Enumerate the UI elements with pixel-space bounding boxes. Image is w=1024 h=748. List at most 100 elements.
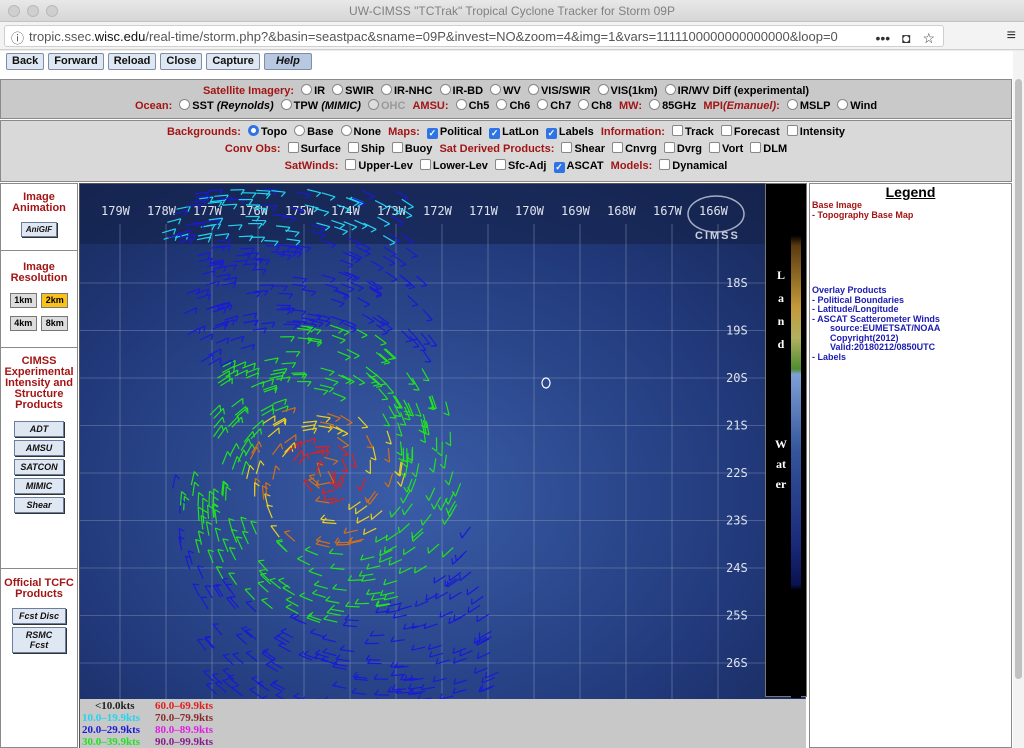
window-title: UW-CIMSS "TCTrak" Tropical Cyclone Track… [349, 4, 675, 18]
anigif-button[interactable]: AniGIF [20, 222, 58, 237]
forward-button[interactable]: Forward [48, 53, 104, 70]
storm-map[interactable]: 179W 178W 177W 176W 175W 174W 173W 172W 171W 170W… [79, 183, 806, 748]
checkbox-vort[interactable] [709, 142, 721, 153]
nav-buttons: Back Forward Reload Close Capture Help [6, 53, 312, 71]
tcfc-heading: Official TCFC Products [4, 577, 74, 600]
radio-ch5[interactable] [455, 99, 467, 110]
legend-labels-item: - Labels [812, 351, 847, 362]
checkbox-cnvrg[interactable] [612, 142, 624, 153]
radio-ch7[interactable] [537, 99, 549, 110]
wind-key-item: 70.0–79.9kts [155, 712, 214, 724]
radio-label: Topo [261, 126, 288, 138]
radio-base[interactable] [294, 125, 306, 136]
radio-none[interactable] [340, 125, 352, 136]
radio-ir[interactable] [301, 84, 313, 95]
radio-mslp[interactable] [786, 99, 798, 110]
checkbox-dvrg[interactable] [663, 142, 675, 153]
checkbox-track[interactable] [672, 125, 684, 136]
radio-vis-1km[interactable] [597, 84, 609, 95]
checkbox-political[interactable]: ✓ [426, 128, 438, 139]
amsu-button[interactable]: AMSU [14, 440, 64, 456]
radio-vis-swir[interactable] [527, 84, 539, 95]
fcst-disc-button[interactable]: Fcst Disc [12, 608, 66, 624]
wind-barb [345, 605, 360, 608]
checkbox-latlon[interactable]: ✓ [489, 128, 501, 139]
back-button[interactable]: Back [6, 53, 45, 70]
checkbox-labels[interactable]: ✓ [545, 128, 557, 139]
checkbox-surface[interactable] [287, 142, 299, 153]
checkbox-upper-lev[interactable] [345, 159, 357, 170]
url-text[interactable]: tropic.ssec.wisc.edu/real-time/storm.php… [29, 29, 838, 44]
mimic-button[interactable]: MIMIC [14, 478, 64, 494]
radio-label-note: (MIMIC) [321, 100, 361, 112]
radio-ir-bd[interactable] [439, 84, 451, 95]
res-8km-button[interactable]: 8km [41, 316, 69, 331]
rsmc-fcst-button[interactable]: RSMC Fcst [12, 627, 66, 653]
more-actions-icon[interactable]: ••• [875, 30, 890, 46]
adt-button[interactable]: ADT [14, 421, 64, 437]
wind-barb [238, 235, 253, 238]
radio-label: IR [314, 85, 326, 97]
checkbox-label: Lower-Lev [432, 160, 488, 172]
radio-label-note: (Reynolds) [216, 100, 274, 112]
radio-ir-nhc[interactable] [380, 84, 392, 95]
checkbox-label: Buoy [404, 143, 433, 155]
radio-ir-wv-diff[interactable] [664, 84, 676, 95]
res-1km-button[interactable]: 1km [9, 293, 37, 308]
checkbox-dynamical[interactable] [659, 159, 671, 170]
close-button[interactable]: Close [160, 53, 203, 70]
wind-barb [249, 258, 264, 260]
ocean-label: Ocean: [134, 100, 173, 112]
capture-button[interactable]: Capture [206, 53, 260, 70]
pocket-icon[interactable]: ◘ [902, 30, 910, 46]
radio-topo[interactable] [248, 125, 260, 136]
hamburger-menu-icon[interactable]: ≡ [1007, 27, 1016, 45]
checkbox-dlm[interactable] [750, 142, 762, 153]
latitude-label: 24S [726, 561, 748, 575]
radio-wv[interactable] [490, 84, 502, 95]
radio-sst[interactable] [179, 99, 191, 110]
radio-wind[interactable] [837, 99, 849, 110]
bookmark-star-icon[interactable]: ☆ [922, 30, 935, 46]
wind-barb-flag [413, 388, 420, 391]
wind-barb-flag [381, 398, 388, 401]
checkbox-label: Political [439, 126, 483, 138]
radio-tpw[interactable] [280, 99, 292, 110]
radio-swir[interactable] [332, 84, 344, 95]
convobs-line: Conv Obs: Surface Ship Buoy Sat Derived … [1, 142, 1011, 155]
checkbox-ascat[interactable]: ✓ [553, 162, 565, 173]
reload-button[interactable]: Reload [107, 53, 157, 70]
info-icon[interactable]: ⓘ [11, 28, 24, 47]
checkbox-label: LatLon [502, 126, 539, 138]
mpi-note: (Emanuel) [722, 100, 777, 112]
checkbox-intensity[interactable] [786, 125, 798, 136]
wind-barb [314, 445, 330, 448]
radio-ch8[interactable] [578, 99, 590, 110]
checkbox-label: Vort [722, 143, 744, 155]
wind-barb-flag [258, 559, 265, 562]
wind-barb [252, 207, 267, 210]
res-2km-button[interactable]: 2km [41, 293, 69, 308]
checkbox-buoy[interactable] [391, 142, 403, 153]
color-ramp [791, 184, 801, 698]
radio-ch6[interactable] [496, 99, 508, 110]
radio-85ghz[interactable] [649, 99, 661, 110]
shear-button[interactable]: Shear [14, 497, 64, 513]
url-bar[interactable]: ⓘ tropic.ssec.wisc.edu/real-time/storm.p… [4, 25, 944, 47]
checkbox-shear[interactable] [561, 142, 573, 153]
checkbox-sfc-adj[interactable] [494, 159, 506, 170]
res-4km-button[interactable]: 4km [9, 316, 37, 331]
latitude-label: 19S [726, 324, 748, 338]
checkbox-ship[interactable] [347, 142, 359, 153]
radio-label: SWIR [345, 85, 374, 97]
checkbox-lower-lev[interactable] [419, 159, 431, 170]
help-button[interactable]: Help [263, 53, 312, 70]
vertical-scrollbar[interactable] [1013, 51, 1024, 748]
wind-key-item: 60.0–69.9kts [155, 700, 214, 712]
satcon-button[interactable]: SATCON [14, 459, 64, 475]
scrollbar-thumb[interactable] [1015, 79, 1022, 679]
checkbox-forecast[interactable] [720, 125, 732, 136]
wind-barb [240, 247, 255, 250]
wind-barb [387, 690, 402, 693]
wind-barb-flag [205, 585, 212, 587]
